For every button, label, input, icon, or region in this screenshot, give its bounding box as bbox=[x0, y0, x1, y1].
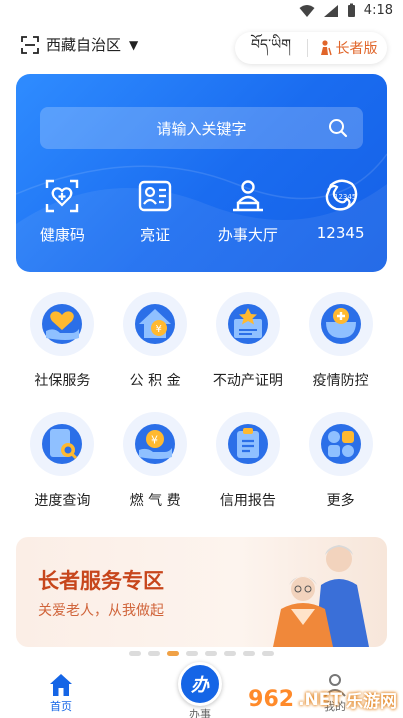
clock: 4:18 bbox=[363, 3, 393, 18]
home-icon bbox=[50, 674, 72, 696]
quick-label: 健康码 bbox=[39, 226, 85, 244]
tab-home[interactable]: 首页 bbox=[48, 672, 74, 714]
service-housing-fund[interactable]: ¥ 公 积 金 bbox=[109, 292, 202, 390]
search-icon[interactable] bbox=[327, 117, 349, 139]
carousel-dot[interactable] bbox=[167, 651, 179, 656]
tab-label: 办事 bbox=[189, 708, 211, 718]
elderly-couple-illustration bbox=[273, 545, 369, 647]
epidemic-control-icon bbox=[320, 304, 361, 344]
carousel-dot[interactable] bbox=[129, 651, 141, 656]
quick-actions: 健康码 亮证 办事大厅 12345 12345 bbox=[16, 178, 387, 245]
location-label: 西藏自治区 bbox=[46, 36, 122, 54]
quick-health-code[interactable]: 健康码 bbox=[16, 178, 109, 245]
real-estate-icon bbox=[227, 304, 268, 344]
id-card-icon bbox=[138, 180, 172, 212]
service-label: 社保服务 bbox=[34, 373, 91, 389]
service-icon-circle: ¥ bbox=[123, 412, 188, 476]
service-icon-circle bbox=[30, 292, 95, 356]
quick-label: 12345 bbox=[316, 224, 365, 242]
carousel-dot[interactable] bbox=[243, 651, 255, 656]
carousel-dot[interactable] bbox=[186, 651, 198, 656]
carousel-dot[interactable] bbox=[148, 651, 160, 656]
service-icon-circle bbox=[215, 412, 280, 476]
banner-subtitle: 关爱老人，从我做起 bbox=[38, 603, 164, 619]
service-label: 更多 bbox=[326, 493, 355, 509]
service-hall-icon bbox=[232, 180, 263, 212]
service-label: 进度查询 bbox=[34, 493, 91, 509]
service-icon-circle bbox=[308, 292, 373, 356]
quick-label: 办事大厅 bbox=[217, 226, 278, 244]
work-icon-text: 办 bbox=[191, 675, 209, 696]
service-label: 公 积 金 bbox=[129, 373, 181, 389]
carousel-dot[interactable] bbox=[224, 651, 236, 656]
wifi-icon bbox=[299, 4, 315, 17]
service-more[interactable]: 更多 bbox=[294, 412, 387, 510]
service-social-security[interactable]: 社保服务 bbox=[16, 292, 109, 390]
elder-mode-label: 长者版 bbox=[335, 41, 378, 57]
tibetan-mode-button[interactable]: བོད་ཡིག bbox=[235, 28, 307, 68]
elder-person-icon bbox=[320, 40, 332, 56]
status-icons: 4:18 bbox=[299, 3, 393, 18]
svg-text:12345: 12345 bbox=[334, 193, 356, 201]
elder-mode-button[interactable]: 长者版 bbox=[308, 38, 387, 58]
elder-service-banner[interactable]: 长者服务专区 关爱老人，从我做起 bbox=[16, 537, 387, 647]
search-placeholder: 请输入关键字 bbox=[156, 119, 247, 138]
hero-card: 请输入关键字 健康码 亮证 办事大厅 12345 12345 bbox=[16, 74, 387, 272]
quick-id-card[interactable]: 亮证 bbox=[109, 178, 202, 245]
service-row: 社保服务 ¥ 公 积 金 不动产证明 疫情防控 bbox=[16, 292, 387, 390]
work-icon: 办 bbox=[178, 662, 222, 706]
watermark-number: 962 bbox=[248, 687, 295, 712]
search-bar[interactable]: 请输入关键字 bbox=[40, 107, 363, 149]
service-label: 信用报告 bbox=[219, 493, 276, 509]
quick-label: 亮证 bbox=[140, 226, 171, 244]
service-label: 燃 气 费 bbox=[129, 493, 181, 509]
service-grid: 社保服务 ¥ 公 积 金 不动产证明 疫情防控 进度查询 ¥ 燃 气 费 信用报… bbox=[16, 292, 387, 532]
service-icon-circle: ¥ bbox=[123, 292, 188, 356]
service-label: 不动产证明 bbox=[212, 373, 283, 389]
watermark-text: 乐游网 bbox=[346, 692, 397, 712]
quick-service-hall[interactable]: 办事大厅 bbox=[202, 178, 295, 245]
gas-fee-icon: ¥ bbox=[135, 424, 176, 464]
credit-report-icon bbox=[227, 424, 268, 464]
tab-work[interactable]: 办 办事 bbox=[178, 662, 222, 718]
service-icon-circle bbox=[30, 412, 95, 476]
hotline-12345-icon: 12345 bbox=[325, 179, 357, 211]
service-credit-report[interactable]: 信用报告 bbox=[202, 412, 295, 510]
watermark-suffix: .NET bbox=[298, 689, 342, 710]
service-icon-circle bbox=[215, 292, 280, 356]
status-bar: 4:18 bbox=[0, 0, 403, 24]
tab-label: 首页 bbox=[50, 700, 72, 713]
caret-down-icon: ▼ bbox=[129, 37, 139, 52]
service-icon-circle bbox=[308, 412, 373, 476]
carousel-indicator bbox=[0, 651, 403, 656]
housing-fund-icon: ¥ bbox=[135, 304, 176, 344]
svg-text:¥: ¥ bbox=[151, 434, 158, 447]
service-row: 进度查询 ¥ 燃 气 费 信用报告 更多 bbox=[16, 412, 387, 510]
social-security-icon bbox=[42, 304, 83, 344]
service-epidemic-control[interactable]: 疫情防控 bbox=[294, 292, 387, 390]
mode-switch: བོད་ཡིག 长者版 bbox=[235, 32, 387, 64]
tab-bar: 首页 办 办事 我的 962 .NET 乐游网 bbox=[0, 662, 403, 718]
carousel-dot[interactable] bbox=[205, 651, 217, 656]
scan-icon[interactable] bbox=[20, 35, 40, 55]
site-watermark: 962 .NET 乐游网 bbox=[248, 687, 397, 712]
service-label: 疫情防控 bbox=[312, 373, 369, 389]
banner-title: 长者服务专区 bbox=[38, 569, 164, 593]
carousel-dot[interactable] bbox=[262, 651, 274, 656]
signal-icon bbox=[323, 4, 338, 17]
service-progress-query[interactable]: 进度查询 bbox=[16, 412, 109, 510]
more-icon bbox=[320, 424, 361, 464]
location-selector[interactable]: 西藏自治区 ▼ bbox=[20, 34, 138, 55]
quick-hotline[interactable]: 12345 12345 bbox=[294, 178, 387, 245]
svg-text:¥: ¥ bbox=[156, 324, 162, 335]
progress-query-icon bbox=[42, 424, 83, 464]
health-code-icon bbox=[46, 179, 79, 213]
service-real-estate[interactable]: 不动产证明 bbox=[202, 292, 295, 390]
battery-icon bbox=[347, 3, 355, 17]
top-bar: 西藏自治区 ▼ བོད་ཡིག 长者版 bbox=[0, 28, 403, 68]
service-gas-fee[interactable]: ¥ 燃 气 费 bbox=[109, 412, 202, 510]
